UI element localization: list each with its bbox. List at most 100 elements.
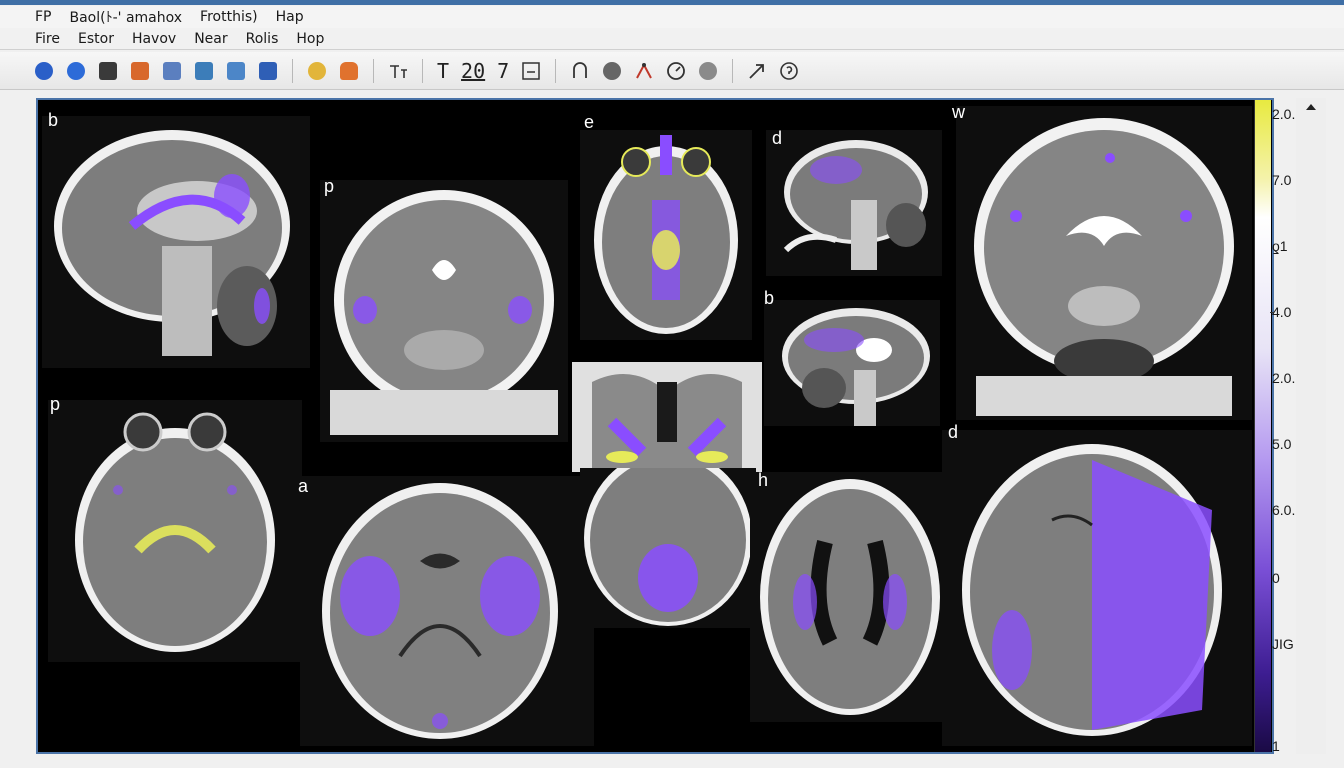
sun-tool-button[interactable] xyxy=(305,58,329,84)
slice-panel-axial-5[interactable] xyxy=(750,472,950,722)
toolbar-separator xyxy=(422,58,423,83)
graph-tool-button[interactable] xyxy=(632,58,656,84)
toolbar-separator xyxy=(373,58,374,83)
panel-label: b xyxy=(764,288,775,308)
color-scale-bar xyxy=(1254,100,1271,752)
color-scale-tick: 1 xyxy=(1272,738,1280,754)
user-tool-button[interactable] xyxy=(337,58,361,84)
cluster-icon xyxy=(699,61,718,80)
toolbar-separator xyxy=(732,58,734,83)
menu-estor[interactable]: Estor xyxy=(78,31,114,47)
gear-icon xyxy=(67,61,85,80)
color-scale-tick: 6.0. xyxy=(1272,502,1296,518)
brain-tool-button[interactable] xyxy=(600,58,624,84)
arrow-tool-button[interactable] xyxy=(745,58,769,84)
save-tool-button[interactable] xyxy=(256,58,280,84)
menu-fp[interactable]: FP xyxy=(35,9,52,25)
pen-icon xyxy=(227,61,245,80)
brain-image xyxy=(320,180,568,442)
slice-panel-axial-2[interactable] xyxy=(48,400,302,662)
slice-panel-sagittal-2[interactable] xyxy=(766,130,942,276)
panel-label: d xyxy=(948,422,959,442)
slice-panel-sagittal-3[interactable] xyxy=(764,300,940,426)
color-scale-tick: 2.0. xyxy=(1272,106,1296,122)
slice-panel-axial-4[interactable] xyxy=(580,468,756,628)
slice-panel-sagittal-1[interactable] xyxy=(42,116,310,368)
menu-hap[interactable]: Hap xyxy=(276,9,304,25)
toolbar: T 20 7 xyxy=(0,52,1344,90)
menu-frothis[interactable]: Frotthis) xyxy=(200,9,258,25)
grid-icon xyxy=(195,61,213,80)
color-scale-tick: 7.0 xyxy=(1272,172,1292,188)
slice-panel-axial-3[interactable] xyxy=(300,476,594,746)
menu-rolis[interactable]: Rolis xyxy=(246,31,279,47)
brain-image xyxy=(572,362,762,472)
image-viewer[interactable]: b p e d w b p a h d xyxy=(36,98,1274,754)
user-icon xyxy=(340,61,358,80)
toolbar-separator xyxy=(555,58,557,83)
brain-image xyxy=(580,130,752,340)
menu-havov[interactable]: Havov xyxy=(132,31,176,47)
help-tool-button[interactable] xyxy=(777,58,801,84)
slice-panel-coronal-2[interactable] xyxy=(956,106,1252,420)
globe-icon xyxy=(35,61,53,80)
color-scale-tick-mark xyxy=(1270,312,1274,313)
brain-image xyxy=(48,400,302,662)
menu-book[interactable]: Baol(ﾄ-' amahox xyxy=(70,7,183,27)
step-tool-button[interactable]: 7 xyxy=(495,58,511,84)
monitor-icon xyxy=(131,61,149,80)
panel-label: h xyxy=(758,470,769,490)
menu-bar-top: FP Baol(ﾄ-' amahox Frotthis) Hap xyxy=(0,6,1344,28)
app-window: FP Baol(ﾄ-' amahox Frotthis) Hap Fire Es… xyxy=(0,0,1344,768)
gauge-tool-button[interactable] xyxy=(664,58,688,84)
brain-image xyxy=(300,476,594,746)
menu-bar-secondary: Fire Estor Havov Near Rolis Hop xyxy=(0,28,1344,50)
color-scale-tick: JIG xyxy=(1272,636,1294,652)
slice-panel-axial-1[interactable] xyxy=(580,130,752,340)
slice-panel-axial-6[interactable] xyxy=(942,430,1252,746)
brain-image xyxy=(750,472,950,722)
brain-icon xyxy=(603,61,622,80)
color-scale-tick: ƍ1 xyxy=(1272,238,1288,254)
sun-icon xyxy=(308,61,326,80)
menu-fire[interactable]: Fire xyxy=(35,31,60,47)
brain-image xyxy=(956,106,1252,420)
crosshair-tool-button[interactable] xyxy=(386,58,410,84)
document-icon xyxy=(163,61,181,80)
menu-hop[interactable]: Hop xyxy=(296,31,324,47)
graph-icon xyxy=(636,62,653,78)
rotate-tool-button[interactable] xyxy=(568,58,592,84)
text-tool-button[interactable]: T xyxy=(435,58,451,84)
rotate-icon xyxy=(573,61,588,78)
globe-tool-button[interactable] xyxy=(32,58,56,84)
gauge-icon xyxy=(667,61,686,80)
help-icon xyxy=(780,61,798,80)
brain-image xyxy=(42,116,310,368)
cluster-tool-button[interactable] xyxy=(696,58,720,84)
slice-panel-coronal-1[interactable] xyxy=(320,180,568,442)
frame-tool-button[interactable] xyxy=(519,58,543,84)
menu-near[interactable]: Near xyxy=(194,31,227,47)
arrow-icon xyxy=(749,63,765,79)
toolbar-separator xyxy=(292,58,293,83)
vertical-scrollbar[interactable] xyxy=(1296,98,1326,754)
panel-label: p xyxy=(50,394,61,414)
panel-label: p xyxy=(324,176,335,196)
color-scale-tick: 4.0 xyxy=(1272,304,1292,320)
pen-tool-button[interactable] xyxy=(224,58,248,84)
brain-image xyxy=(942,430,1252,746)
scroll-up-arrow-icon[interactable] xyxy=(1296,98,1326,118)
brain-image xyxy=(580,468,756,628)
calculator-tool-button[interactable] xyxy=(96,58,120,84)
save-icon xyxy=(259,61,277,80)
status-strip xyxy=(0,754,1344,768)
grid-tool-button[interactable] xyxy=(192,58,216,84)
document-tool-button[interactable] xyxy=(160,58,184,84)
slice-number-button[interactable]: 20 xyxy=(459,58,487,84)
slice-panel-skullbase[interactable] xyxy=(572,362,762,472)
brain-image xyxy=(766,130,942,276)
monitor-tool-button[interactable] xyxy=(128,58,152,84)
panel-label: b xyxy=(48,110,59,130)
color-scale-tick: 0 xyxy=(1272,570,1280,586)
gear-tool-button[interactable] xyxy=(64,58,88,84)
